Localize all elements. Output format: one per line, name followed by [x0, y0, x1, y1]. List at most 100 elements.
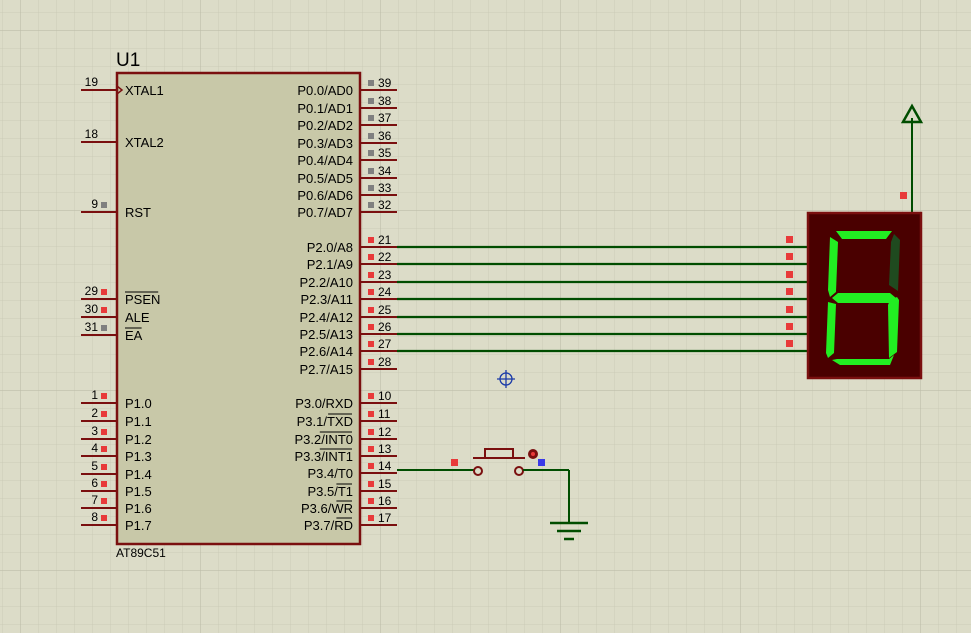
pin-name: P0.4/AD4: [297, 153, 353, 168]
pin-number: 5: [91, 459, 98, 473]
pin-state-indicator: [368, 341, 374, 347]
pin-number: 31: [85, 320, 99, 334]
component-reference: U1: [116, 50, 140, 71]
pin-state-indicator: [368, 429, 374, 435]
pin-state-indicator: [368, 168, 374, 174]
pin-state-indicator: [368, 446, 374, 452]
switch-pin-state-b: [538, 459, 545, 466]
pin-number: 37: [378, 111, 392, 125]
pin-name: P2.5/A13: [300, 327, 354, 342]
pin-number: 12: [378, 425, 392, 439]
component-part-number: AT89C51: [116, 546, 166, 560]
pin-state-indicator: [368, 411, 374, 417]
pin-number: 32: [378, 198, 392, 212]
pin-number: 8: [91, 510, 98, 524]
pin-number: 3: [91, 424, 98, 438]
microcontroller-u1[interactable]: U1 AT89C51 19XTAL118XTAL29RST29PSEN30ALE…: [81, 50, 397, 560]
display-pin-state: [786, 288, 793, 295]
pin-number: 38: [378, 94, 392, 108]
pin-name: P0.1/AD1: [297, 101, 353, 116]
pin-state-indicator: [101, 307, 107, 313]
pin-number: 11: [378, 407, 391, 421]
seven-segment-display[interactable]: [806, 211, 923, 380]
pin-name: P2.2/A10: [300, 275, 354, 290]
pin-name: P0.2/AD2: [297, 118, 353, 133]
pin-state-indicator: [368, 115, 374, 121]
pin-number: 36: [378, 129, 392, 143]
pin-name: P2.4/A12: [300, 310, 354, 325]
pin-name: RST: [125, 205, 151, 220]
pin-state-indicator: [101, 411, 107, 417]
pin-state-indicator: [368, 307, 374, 313]
pin-state-indicator: [368, 393, 374, 399]
pin-state-indicator: [368, 185, 374, 191]
pin-name: P3.1/TXD: [297, 414, 353, 429]
pin-state-indicator: [368, 133, 374, 139]
pin-name: P3.2/INT0: [294, 432, 353, 447]
pin-name: P2.6/A14: [300, 344, 354, 359]
pin-state-indicator: [101, 446, 107, 452]
pin-number: 24: [378, 285, 392, 299]
pin-name: P3.3/INT1: [294, 449, 353, 464]
pin-state-indicator: [368, 481, 374, 487]
pin-state-indicator: [368, 254, 374, 260]
pin-number: 22: [378, 250, 392, 264]
pin-number: 7: [91, 493, 98, 507]
pin-state-indicator: [368, 202, 374, 208]
pin-state-indicator: [368, 359, 374, 365]
pin-number: 4: [91, 441, 98, 455]
pin-number: 13: [378, 442, 392, 456]
pin-name: P1.3: [125, 449, 152, 464]
pin-state-indicator: [101, 393, 107, 399]
pin-name: P3.5/T1: [307, 484, 353, 499]
display-pin-state: [786, 340, 793, 347]
pin-name: P1.4: [125, 467, 152, 482]
pin-name: P3.7/RD: [304, 518, 353, 533]
pin-number: 9: [91, 197, 98, 211]
schematic-canvas[interactable]: U1 AT89C51 19 XTAL1 18 XTAL2 9 RST 29 PSEN 30 ALE…: [0, 0, 971, 633]
pin-name: P1.7: [125, 518, 152, 533]
pin-name: P3.4/T0: [307, 466, 353, 481]
pin-number: 6: [91, 476, 98, 490]
pin-number: 39: [378, 76, 392, 90]
pin-number: 16: [378, 494, 392, 508]
pin-number: 18: [85, 127, 99, 141]
pin-number: 29: [85, 284, 99, 298]
display-pin-state: [786, 306, 793, 313]
pin-number: 35: [378, 146, 392, 160]
pin-name: P0.3/AD3: [297, 136, 353, 151]
pin-state-indicator: [368, 80, 374, 86]
pin-name: XTAL2: [125, 135, 164, 150]
pin-state-indicator: [101, 481, 107, 487]
pin-name: P3.6/WR: [301, 501, 353, 516]
pin-state-indicator: [368, 463, 374, 469]
pin-number: 10: [378, 389, 392, 403]
pin-number: 28: [378, 355, 392, 369]
pin-state-indicator: [368, 498, 374, 504]
pin-number: 25: [378, 303, 392, 317]
pin-number: 26: [378, 320, 392, 334]
pin-number: 21: [378, 233, 392, 247]
pin-state-indicator: [368, 289, 374, 295]
pin-name: P2.3/A11: [300, 292, 353, 307]
pin-number: 19: [85, 75, 99, 89]
pin-state-indicator: [101, 515, 107, 521]
pin-number: 27: [378, 337, 392, 351]
pin-number: 1: [91, 388, 98, 402]
pin-state-indicator: [368, 237, 374, 243]
pin-state-indicator: [101, 429, 107, 435]
pin-name: P1.2: [125, 432, 152, 447]
pin-name: PSEN: [125, 292, 160, 307]
pin-state-indicator: [101, 289, 107, 295]
pin-state-indicator: [368, 515, 374, 521]
pin-state-indicator: [368, 150, 374, 156]
segment-g: [832, 293, 896, 303]
pin-number: 30: [85, 302, 99, 316]
pin-name: P1.1: [125, 414, 152, 429]
pin-number: 14: [378, 459, 392, 473]
pin-number: 15: [378, 477, 392, 491]
pin-name: P2.1/A9: [307, 257, 353, 272]
switch-contact-left: [473, 466, 483, 476]
pin-name: P0.7/AD7: [297, 205, 353, 220]
segment-a: [836, 231, 892, 239]
